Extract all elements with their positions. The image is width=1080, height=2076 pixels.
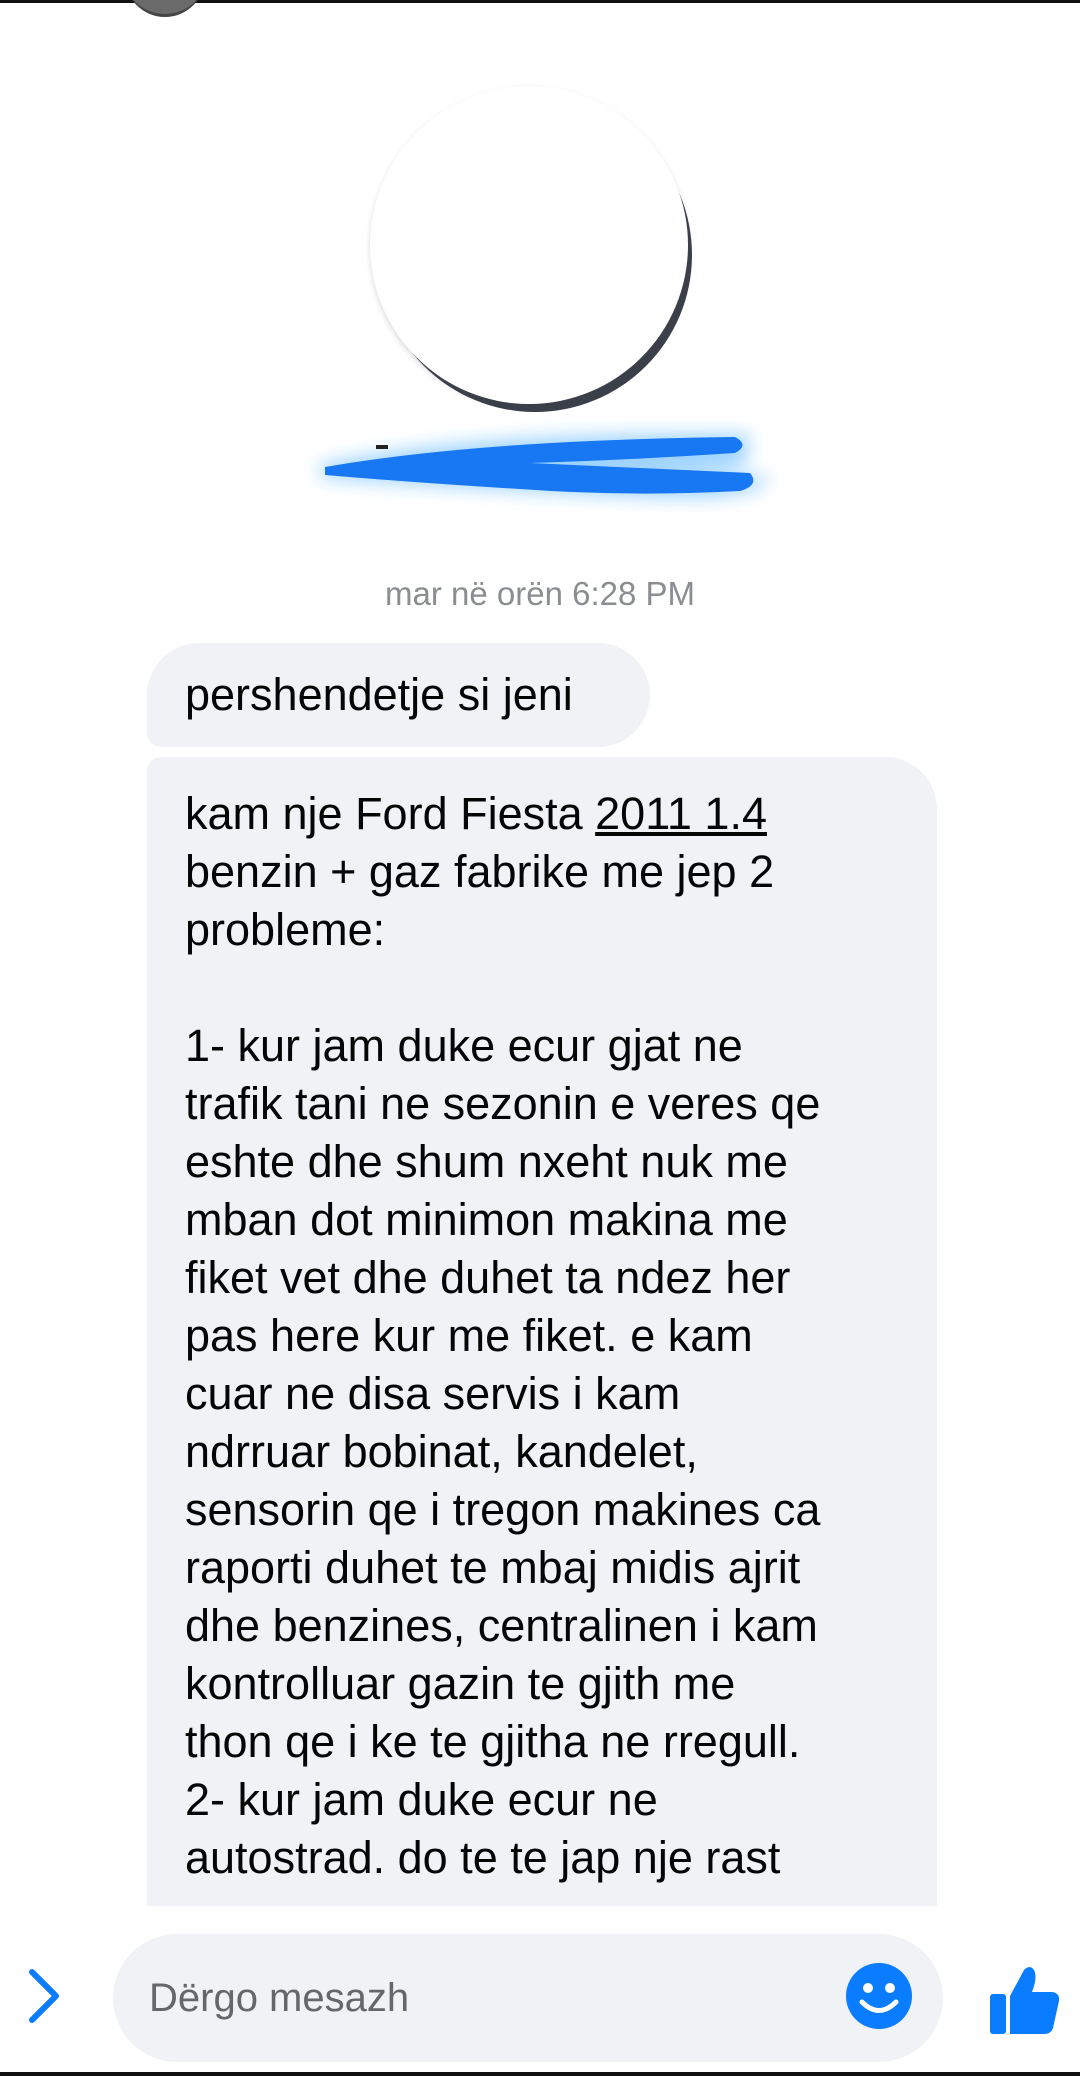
message-line: autostrad. do te te jap nje rast <box>185 1832 781 1883</box>
message-line: dhe benzines, centralinen i kam <box>185 1600 818 1651</box>
message-line: thon qe i ke te gjitha ne rregull. <box>185 1716 801 1767</box>
message-text: pershendetje si jeni <box>185 669 573 720</box>
message-line: sensorin qe i tregon makines ca <box>185 1484 821 1535</box>
message-line: pas here kur me fiket. e kam <box>185 1310 753 1361</box>
thumbs-up-icon[interactable] <box>986 1962 1062 2038</box>
message-line: 2- kur jam duke ecur ne <box>185 1774 658 1825</box>
message-timestamp: mar në orën 6:28 PM <box>385 575 695 612</box>
message-input-placeholder: Dërgo mesazh <box>149 1976 410 2020</box>
message-input[interactable]: Dërgo mesazh <box>113 1934 943 2062</box>
contact-avatar[interactable] <box>370 86 688 404</box>
chevron-right-icon[interactable] <box>22 1966 66 2026</box>
message-line: fiket vet dhe duhet ta ndez her <box>185 1252 791 1303</box>
contact-name-redaction <box>320 434 770 498</box>
message-line: kam nje Ford Fiesta 2011 1.4 <box>185 788 767 839</box>
message-bubble[interactable]: kam nje Ford Fiesta 2011 1.4 benzin + ga… <box>147 757 937 1987</box>
message-bubble[interactable]: pershendetje si jeni <box>147 643 650 747</box>
message-line: cuar ne disa servis i kam <box>185 1368 681 1419</box>
message-line: kontrolluar gazin te gjith me <box>185 1658 736 1709</box>
bottom-border <box>0 2072 1080 2076</box>
message-line: benzin + gaz fabrike me jep 2 <box>185 846 775 897</box>
message-line: raporti duhet te mbaj midis ajrit <box>185 1542 801 1593</box>
message-line: trafik tani ne sezonin e veres qe <box>185 1078 821 1129</box>
message-line: probleme: <box>185 904 386 955</box>
message-line: mban dot minimon makina me <box>185 1194 788 1245</box>
message-line: eshte dhe shum nxeht nuk me <box>185 1136 788 1187</box>
previous-avatar <box>125 0 205 17</box>
message-line: ndrruar bobinat, kandelet, <box>185 1426 698 1477</box>
smiley-icon[interactable] <box>844 1961 914 2031</box>
message-line: 1- kur jam duke ecur gjat ne <box>185 1020 743 1071</box>
date-link[interactable]: 2011 1.4 <box>595 788 767 839</box>
